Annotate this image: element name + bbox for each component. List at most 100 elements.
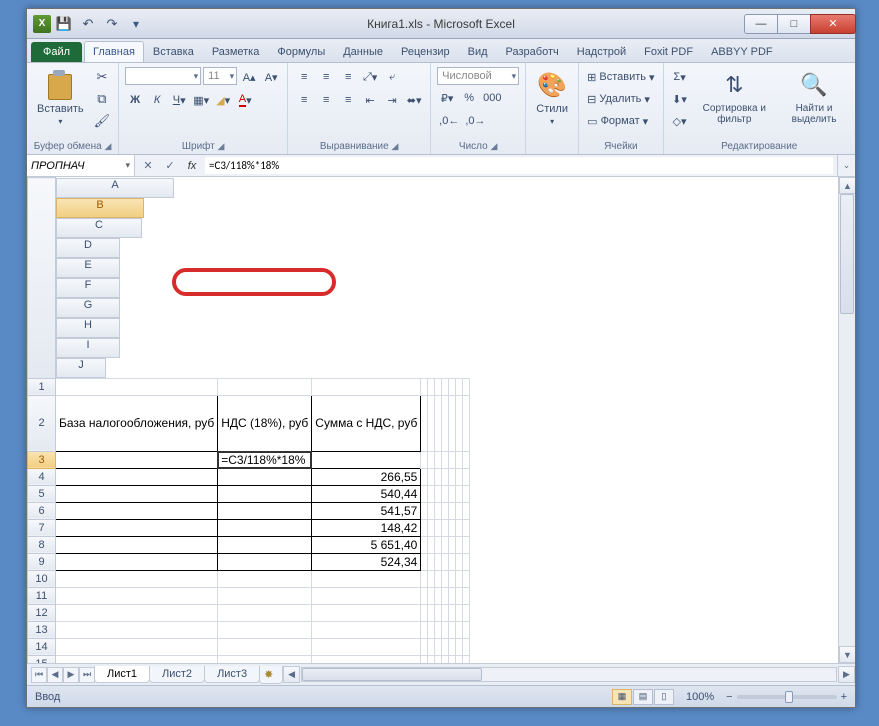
row-header-14[interactable]: 14 — [28, 638, 56, 655]
fill-button[interactable]: ⬇ ▾ — [670, 89, 690, 109]
cell-B12[interactable] — [218, 604, 312, 621]
cell-I11[interactable] — [456, 587, 463, 604]
zoom-in-button[interactable]: + — [841, 691, 847, 703]
new-sheet-button[interactable]: ✸ — [259, 666, 283, 684]
tab-foxit[interactable]: Foxit PDF — [635, 41, 702, 62]
cell-I7[interactable] — [456, 519, 463, 536]
cell-G6[interactable] — [442, 502, 449, 519]
prev-sheet-button[interactable]: ◀ — [47, 667, 63, 683]
cell-E15[interactable] — [428, 655, 435, 663]
cell-I10[interactable] — [456, 570, 463, 587]
cell-E4[interactable] — [428, 468, 435, 485]
cell-G5[interactable] — [442, 485, 449, 502]
delete-cells-button[interactable]: ⊟Удалить ▾ — [585, 89, 656, 109]
sheet-tab-3[interactable]: Лист3 — [204, 666, 260, 683]
horizontal-scrollbar[interactable]: ◀ ▶ — [283, 664, 855, 685]
cell-F15[interactable] — [435, 655, 442, 663]
cell-J12[interactable] — [463, 604, 470, 621]
styles-button[interactable]: 🎨 Стили ▾ — [532, 67, 572, 128]
cell-D13[interactable] — [421, 621, 428, 638]
cell-E2[interactable] — [428, 395, 435, 451]
cell-H15[interactable] — [449, 655, 456, 663]
border-button[interactable]: ▦▾ — [191, 90, 211, 110]
tab-home[interactable]: Главная — [84, 41, 144, 62]
grid[interactable]: ABCDEFGHIJ12База налогообложения, рубНДС… — [27, 177, 838, 663]
cell-I9[interactable] — [456, 553, 463, 570]
cell-G13[interactable] — [442, 621, 449, 638]
comma-button[interactable]: 000 — [481, 88, 503, 108]
cell-H1[interactable] — [449, 378, 456, 395]
cell-D1[interactable] — [421, 378, 428, 395]
find-select-button[interactable]: 🔍 Найти и выделить — [779, 67, 849, 127]
increase-decimal-button[interactable]: ,0← — [437, 111, 461, 131]
cell-J13[interactable] — [463, 621, 470, 638]
clear-button[interactable]: ◇ ▾ — [670, 111, 690, 131]
select-all-corner[interactable] — [28, 178, 56, 379]
cell-H8[interactable] — [449, 536, 456, 553]
qat-redo-button[interactable]: ↷ — [101, 13, 123, 35]
cell-C11[interactable] — [312, 587, 421, 604]
number-format-select[interactable]: Числовой — [437, 67, 519, 85]
zoom-slider[interactable] — [737, 695, 837, 699]
paste-button[interactable]: Вставить ▾ — [33, 67, 88, 128]
font-size-select[interactable]: 11 — [203, 67, 237, 85]
cell-H5[interactable] — [449, 485, 456, 502]
last-sheet-button[interactable]: ⏭ — [79, 667, 95, 683]
cell-D7[interactable] — [421, 519, 428, 536]
cell-G2[interactable] — [442, 395, 449, 451]
cell-G9[interactable] — [442, 553, 449, 570]
cell-E14[interactable] — [428, 638, 435, 655]
cell-C6[interactable]: 541,57 — [312, 502, 421, 519]
cell-C1[interactable] — [312, 378, 421, 395]
close-button[interactable]: ✕ — [810, 14, 856, 34]
currency-button[interactable]: ₽▾ — [437, 88, 457, 108]
cell-B1[interactable] — [218, 378, 312, 395]
cell-D3[interactable] — [421, 451, 428, 468]
col-header-C[interactable]: C — [56, 218, 142, 238]
bold-button[interactable]: Ж — [125, 90, 145, 110]
qat-customize-button[interactable]: ▾ — [125, 13, 147, 35]
font-dialog-launcher[interactable]: ◢ — [218, 141, 225, 151]
cell-C9[interactable]: 524,34 — [312, 553, 421, 570]
cell-H6[interactable] — [449, 502, 456, 519]
name-box[interactable]: ПРОПНАЧ▾ — [27, 155, 135, 176]
first-sheet-button[interactable]: ⏮ — [31, 667, 47, 683]
cell-A10[interactable] — [56, 570, 218, 587]
cell-D14[interactable] — [421, 638, 428, 655]
col-header-F[interactable]: F — [56, 278, 120, 298]
underline-button[interactable]: Ч▾ — [169, 90, 189, 110]
scroll-down-button[interactable]: ▼ — [839, 646, 855, 663]
cell-C4[interactable]: 266,55 — [312, 468, 421, 485]
cell-I3[interactable] — [456, 451, 463, 468]
align-middle-button[interactable]: ≡ — [316, 67, 336, 87]
format-painter-button[interactable]: 🖌 — [92, 111, 113, 131]
align-top-button[interactable]: ≡ — [294, 67, 314, 87]
cell-A4[interactable] — [56, 468, 218, 485]
cell-J15[interactable] — [463, 655, 470, 663]
cell-A2[interactable]: База налогообложения, руб — [56, 395, 218, 451]
tab-insert[interactable]: Вставка — [144, 41, 203, 62]
row-header-4[interactable]: 4 — [28, 468, 56, 485]
file-tab[interactable]: Файл — [31, 42, 82, 62]
cell-E6[interactable] — [428, 502, 435, 519]
cell-D15[interactable] — [421, 655, 428, 663]
cell-B5[interactable] — [218, 485, 312, 502]
cell-I14[interactable] — [456, 638, 463, 655]
cell-J9[interactable] — [463, 553, 470, 570]
wrap-text-button[interactable]: ⤶ — [382, 67, 402, 87]
scroll-left-button[interactable]: ◀ — [283, 666, 300, 683]
cell-A5[interactable] — [56, 485, 218, 502]
cell-H12[interactable] — [449, 604, 456, 621]
scroll-up-button[interactable]: ▲ — [839, 177, 855, 194]
cell-G7[interactable] — [442, 519, 449, 536]
decrease-indent-button[interactable]: ⇤ — [360, 90, 380, 110]
cell-B3[interactable]: =C3/118%*18% — [218, 451, 312, 468]
cell-I13[interactable] — [456, 621, 463, 638]
vscroll-track[interactable] — [839, 194, 855, 646]
cell-H10[interactable] — [449, 570, 456, 587]
align-left-button[interactable]: ≡ — [294, 90, 314, 110]
cell-G10[interactable] — [442, 570, 449, 587]
cell-C3[interactable] — [312, 451, 421, 468]
excel-icon[interactable]: X — [33, 15, 51, 33]
cell-I1[interactable] — [456, 378, 463, 395]
